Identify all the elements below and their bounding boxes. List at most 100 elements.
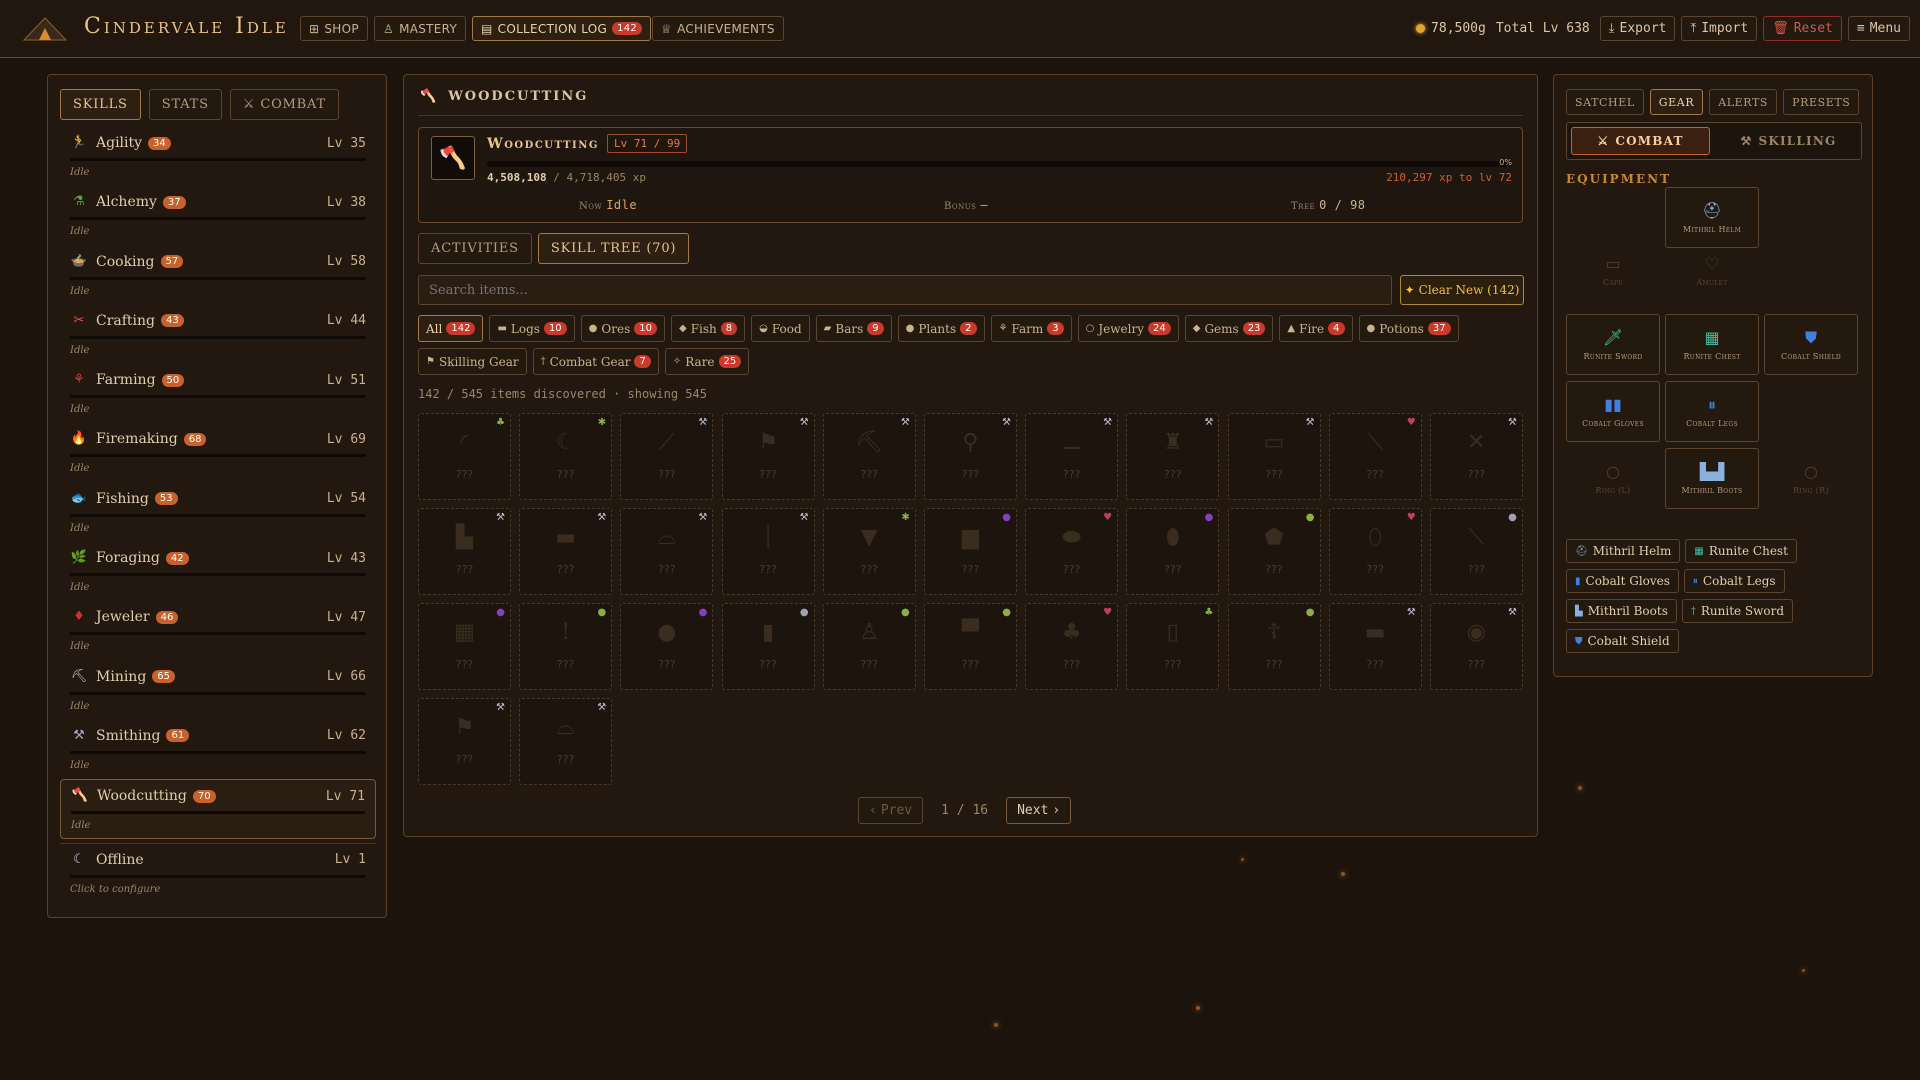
equip-slot-chest[interactable]: ▦ Runite Chest [1665, 314, 1759, 375]
filter-chip-fire[interactable]: ▲ Fire 4 [1279, 315, 1353, 342]
filter-chip-logs[interactable]: ▬ Logs 10 [489, 315, 575, 342]
item-cell[interactable]: ♜ ⚒??? [1126, 413, 1220, 500]
filter-chip-gems[interactable]: ◆ Gems 23 [1184, 315, 1274, 342]
item-cell[interactable]: ▀ ●??? [923, 603, 1017, 690]
item-cell[interactable]: ◉ ⚒??? [1429, 603, 1523, 690]
item-cell[interactable]: ⛏ ⚒??? [822, 413, 916, 500]
prev-page-button[interactable]: ‹ Prev [858, 797, 924, 824]
equipped-item-chip[interactable]: ⏸ Cobalt Legs [1683, 569, 1785, 593]
reset-button[interactable]: 🗑 Reset [1763, 16, 1842, 41]
item-cell[interactable]: ▯ ♣??? [1126, 603, 1220, 690]
item-cell[interactable]: ⬮ ●??? [1126, 508, 1220, 595]
item-cell[interactable]: ⌓ ⚒??? [519, 698, 613, 785]
item-cell[interactable]: ♣ ♥??? [1025, 603, 1119, 690]
item-cell[interactable]: ▭ ⚒??? [1227, 413, 1321, 500]
item-cell[interactable]: ☦ ●??? [1227, 603, 1321, 690]
item-cell[interactable]: ⚑ ⚒??? [418, 698, 511, 785]
equip-slot-helm[interactable]: ⛑ Mithril Helm [1665, 187, 1759, 248]
item-cell[interactable]: ⬟ ●??? [1227, 508, 1321, 595]
item-cell[interactable]: ! ●??? [519, 603, 613, 690]
item-cell[interactable]: ⬯ ♥??? [1328, 508, 1422, 595]
filter-chip-all[interactable]: All 142 [418, 315, 484, 342]
tab-stats[interactable]: STATS [148, 89, 222, 120]
skill-row-jeweler[interactable]: ♦ Jeweler 46 Lv 47 Idle [60, 601, 376, 660]
skill-row-offline[interactable]: ☾ Offline Lv 1 Click to configure [60, 842, 376, 902]
equipped-item-chip[interactable]: ⛑ Mithril Helm [1566, 539, 1681, 563]
nav-mastery-button[interactable]: ♙ MASTERY [374, 16, 467, 41]
filter-chip-skilling-gear[interactable]: ⚑ Skilling Gear [418, 348, 527, 375]
filter-chip-plants[interactable]: ● Plants 2 [897, 315, 985, 342]
clear-new-button[interactable]: ✦ Clear New (142) [1400, 275, 1524, 305]
item-cell[interactable]: ⬬ ♥??? [1025, 508, 1119, 595]
item-cell[interactable]: ♙ ●??? [822, 603, 916, 690]
equip-slot-gloves[interactable]: ▮▮ Cobalt Gloves [1566, 381, 1660, 442]
next-page-button[interactable]: Next › [1006, 797, 1072, 824]
filter-chip-combat-gear[interactable]: † Combat Gear 7 [532, 348, 659, 375]
filter-chip-potions[interactable]: ● Potions 37 [1358, 315, 1459, 342]
item-cell[interactable]: ⚑ ⚒??? [721, 413, 815, 500]
equip-slot-ringl[interactable]: ○ Ring (L) [1566, 448, 1660, 509]
equip-slot-amulet[interactable]: ♡ Amulet [1665, 240, 1759, 301]
skill-row-alchemy[interactable]: ⚗ Alchemy 37 Lv 38 Idle [60, 186, 376, 245]
item-cell[interactable]: ⟍ ●??? [1429, 508, 1523, 595]
filter-chip-food[interactable]: ◒ Food [751, 315, 810, 342]
item-cell[interactable]: ● ●??? [620, 603, 714, 690]
item-cell[interactable]: ⌓ ⚒??? [620, 508, 714, 595]
tab-gear[interactable]: GEAR [1649, 89, 1704, 115]
skill-row-woodcutting[interactable]: 🪓 Woodcutting 70 Lv 71 Idle [60, 779, 376, 839]
skill-row-fishing[interactable]: 🐟 Fishing 53 Lv 54 Idle [60, 483, 376, 542]
tab-alerts[interactable]: ALERTS [1709, 89, 1778, 115]
skill-row-cooking[interactable]: 🍲 Cooking 57 Lv 58 Idle [60, 246, 376, 305]
item-cell[interactable]: ▬ ⚒??? [519, 508, 613, 595]
equip-slot-legs[interactable]: ⏸ Cobalt Legs [1665, 381, 1759, 442]
equip-slot-boots[interactable]: ▙▟ Mithril Boots [1665, 448, 1759, 509]
item-cell[interactable]: ▦ ●??? [418, 603, 511, 690]
equipped-item-chip[interactable]: ▙ Mithril Boots [1566, 599, 1677, 623]
equip-slot-sword[interactable]: 🗡 Runite Sword [1566, 314, 1660, 375]
equip-slot-cape[interactable]: ▭ Cape [1566, 240, 1660, 301]
item-cell[interactable]: ⏐ ⚒??? [721, 508, 815, 595]
tab-activities[interactable]: ACTIVITIES [418, 233, 532, 264]
combat-mode-button[interactable]: ⚔ COMBAT [1571, 127, 1710, 155]
import-button[interactable]: ⤒ Import [1681, 16, 1758, 41]
skilling-mode-button[interactable]: ⚒ SKILLING [1719, 127, 1858, 155]
skill-row-foraging[interactable]: 🌿 Foraging 42 Lv 43 Idle [60, 542, 376, 601]
skill-row-crafting[interactable]: ✂ Crafting 43 Lv 44 Idle [60, 305, 376, 364]
equip-slot-shield[interactable]: ⛊ Cobalt Shield [1764, 314, 1858, 375]
equip-slot-ringr[interactable]: ○ Ring (R) [1764, 448, 1858, 509]
nav-achievements-button[interactable]: ♕ ACHIEVEMENTS [652, 16, 784, 41]
filter-chip-jewelry[interactable]: ○ Jewelry 24 [1077, 315, 1179, 342]
item-cell[interactable]: ◜ ♣??? [418, 413, 511, 500]
filter-chip-farm[interactable]: ⚘ Farm 3 [990, 315, 1072, 342]
tab-presets[interactable]: PRESETS [1783, 89, 1860, 115]
nav-collection-log-button[interactable]: ▤ COLLECTION LOG 142 [472, 16, 652, 41]
item-cell[interactable]: ▮ ●??? [721, 603, 815, 690]
equipped-item-chip[interactable]: ▮ Cobalt Gloves [1566, 569, 1679, 593]
skill-row-mining[interactable]: ⛏ Mining 65 Lv 66 Idle [60, 661, 376, 720]
skill-row-agility[interactable]: 🏃 Agility 34 Lv 35 Idle [60, 127, 376, 186]
tab-satchel[interactable]: SATCHEL [1566, 89, 1644, 115]
equipped-item-chip[interactable]: ⛊ Cobalt Shield [1566, 629, 1679, 653]
item-search-input[interactable] [418, 275, 1392, 305]
item-cell[interactable]: ⟋ ⚒??? [620, 413, 714, 500]
item-cell[interactable]: ▼ ✱??? [822, 508, 916, 595]
item-cell[interactable]: ⟍ ♥??? [1328, 413, 1422, 500]
filter-chip-fish[interactable]: ◆ Fish 8 [670, 315, 746, 342]
equipped-item-chip[interactable]: † Runite Sword [1681, 599, 1794, 623]
nav-shop-button[interactable]: ⊞ SHOP [300, 16, 368, 41]
skill-row-smithing[interactable]: ⚒ Smithing 61 Lv 62 Idle [60, 720, 376, 779]
item-cell[interactable]: ✕ ⚒??? [1429, 413, 1523, 500]
item-cell[interactable]: ▬ ⚒??? [1328, 603, 1422, 690]
export-button[interactable]: ⤓ Export [1599, 16, 1676, 41]
filter-chip-bars[interactable]: ▰ Bars 9 [815, 315, 892, 342]
filter-chip-rare[interactable]: ✧ Rare 25 [664, 348, 750, 375]
item-cell[interactable]: ▆ ●??? [923, 508, 1017, 595]
filter-chip-ores[interactable]: ● Ores 10 [580, 315, 665, 342]
skill-row-farming[interactable]: ⚘ Farming 50 Lv 51 Idle [60, 364, 376, 423]
tab-skills[interactable]: SKILLS [60, 89, 141, 120]
item-cell[interactable]: ▙ ⚒??? [418, 508, 511, 595]
item-cell[interactable]: ☾ ✱??? [519, 413, 613, 500]
item-cell[interactable]: ⚲ ⚒??? [923, 413, 1017, 500]
menu-button[interactable]: ≡ Menu [1847, 16, 1910, 41]
equipped-item-chip[interactable]: ▦ Runite Chest [1685, 539, 1797, 563]
